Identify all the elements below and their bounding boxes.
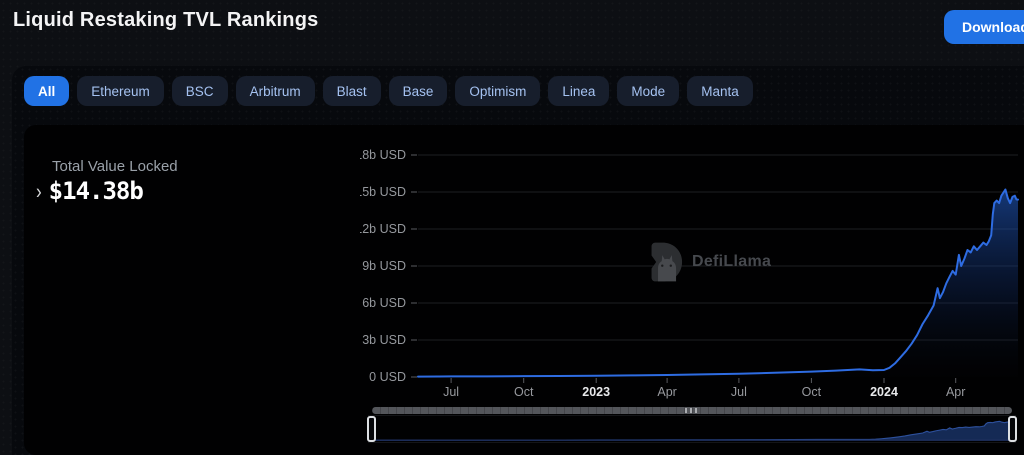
svg-text:Oct: Oct: [802, 385, 822, 399]
chain-filter-list: All Ethereum BSC Arbitrum Blast BaseOptimism L…: [24, 76, 753, 106]
svg-text:Apr: Apr: [946, 385, 965, 399]
svg-text:9b USD: 9b USD: [362, 259, 406, 273]
tvl-label: Total Value Locked: [52, 158, 178, 175]
svg-text:2023: 2023: [582, 385, 610, 399]
svg-text:2024: 2024: [870, 385, 898, 399]
svg-text:Jul: Jul: [731, 385, 747, 399]
svg-text:6b USD: 6b USD: [362, 296, 406, 310]
svg-text:Oct: Oct: [514, 385, 534, 399]
chart-range-brush[interactable]: [368, 415, 1016, 443]
svg-text:12b USD: 12b USD: [360, 222, 406, 236]
tvl-value-row: › $14.38b: [36, 177, 143, 205]
page-title: Liquid Restaking TVL Rankings: [13, 9, 318, 32]
scrollbar-grip-icon[interactable]: [685, 408, 699, 413]
svg-text:3b USD: 3b USD: [362, 333, 406, 347]
filter-chip-blast[interactable]: Blast: [323, 76, 381, 106]
svg-text:Jul: Jul: [443, 385, 459, 399]
filter-chip-mode[interactable]: Mode: [617, 76, 679, 106]
filter-chip-all[interactable]: All: [24, 76, 69, 106]
svg-text:18b USD: 18b USD: [360, 148, 406, 162]
filter-chip-arbitrum[interactable]: Arbitrum: [236, 76, 315, 106]
chart-zoom-scrollbar[interactable]: [372, 407, 1012, 414]
tvl-value: $14.38b: [49, 177, 143, 205]
expand-chevron-icon[interactable]: ›: [36, 180, 42, 201]
brush-handle-left[interactable]: [367, 416, 376, 442]
svg-text:Apr: Apr: [657, 385, 676, 399]
defillama-watermark: DefiLlama: [646, 241, 771, 283]
filter-chip-ethereum[interactable]: Ethereum: [77, 76, 164, 106]
brush-mini-chart: [369, 416, 1015, 442]
svg-text:0 USD: 0 USD: [369, 370, 406, 384]
content-panel: All Ethereum BSC Arbitrum Blast BaseOptimism L…: [12, 66, 1024, 455]
tvl-chart-card: Total Value Locked › $14.38b 0 USD 3b USD…: [24, 125, 1024, 455]
brush-handle-right[interactable]: [1008, 416, 1017, 442]
filter-chip-bsc[interactable]: BSC: [172, 76, 228, 106]
download-csv-button[interactable]: Download .csv: [944, 10, 1024, 44]
filter-chip-base[interactable]: Base: [389, 76, 448, 106]
filter-chip-linea[interactable]: Linea: [548, 76, 609, 106]
svg-text:15b USD: 15b USD: [360, 185, 406, 199]
defillama-logo-icon: [646, 241, 683, 283]
filter-chip-manta[interactable]: Manta: [687, 76, 753, 106]
filter-chip-optimism[interactable]: Optimism: [455, 76, 540, 106]
watermark-label: DefiLlama: [692, 253, 771, 271]
